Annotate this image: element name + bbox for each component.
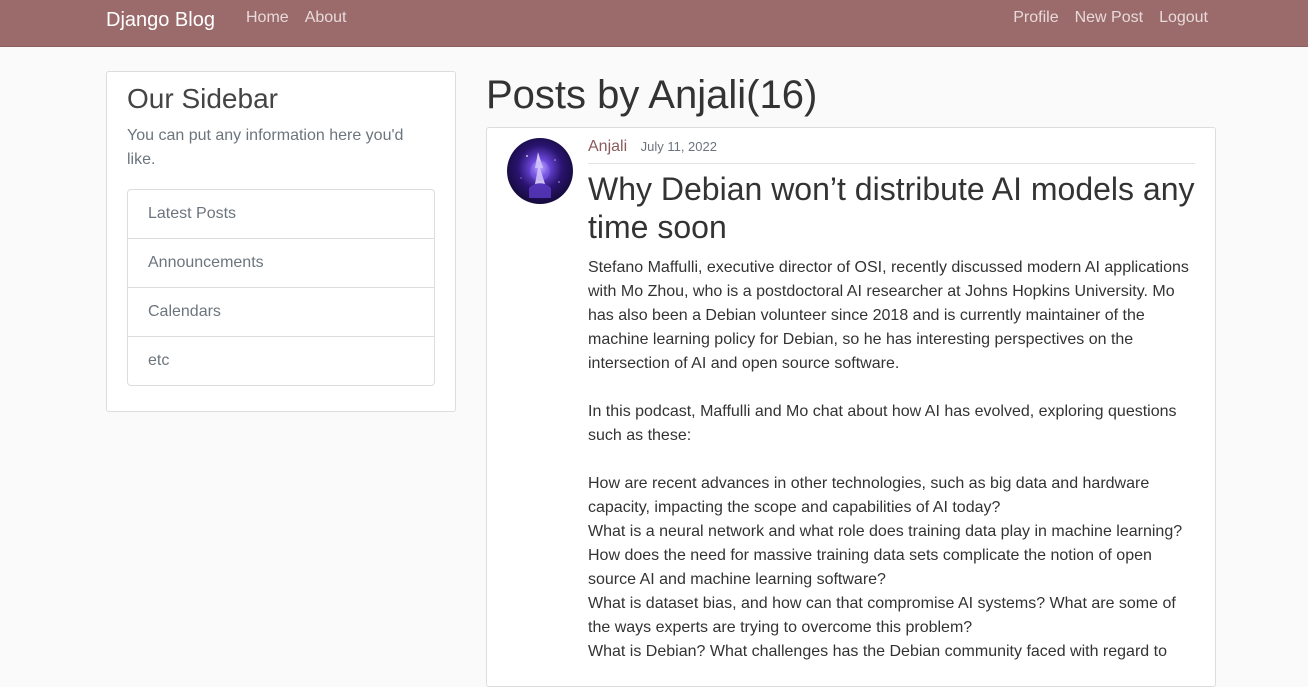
sidebar: Our Sidebar You can put any information … <box>106 71 456 412</box>
nav-link-home[interactable]: Home <box>246 8 289 28</box>
post-date: July 11, 2022 <box>640 139 717 154</box>
nav-left-links: Home About <box>246 8 347 28</box>
nav-link-logout[interactable]: Logout <box>1159 8 1208 28</box>
author-avatar[interactable] <box>507 138 573 204</box>
post-title-link[interactable]: Why Debian won’t distribute AI models an… <box>588 170 1195 246</box>
sidebar-title: Our Sidebar <box>127 83 278 114</box>
user-avatar-image-icon <box>520 152 560 198</box>
nav-right-links: Profile New Post Logout <box>1013 8 1208 28</box>
nav-link-profile[interactable]: Profile <box>1013 8 1058 28</box>
post-card: Anjali July 11, 2022 Why Debian won’t di… <box>486 127 1216 687</box>
post-content: Stefano Maffulli, executive director of … <box>588 259 1189 660</box>
post-author-link[interactable]: Anjali <box>588 138 627 155</box>
nav-link-new-post[interactable]: New Post <box>1075 8 1143 28</box>
sidebar-list: Latest Posts Announcements Calendars etc <box>127 189 435 386</box>
sidebar-item-etc[interactable]: etc <box>128 337 434 385</box>
sidebar-item-calendars[interactable]: Calendars <box>128 288 434 337</box>
sidebar-item-announcements[interactable]: Announcements <box>128 239 434 288</box>
page-title: Posts by Anjali(16) <box>486 73 818 117</box>
post-body: Anjali July 11, 2022 Why Debian won’t di… <box>588 138 1195 664</box>
sidebar-item-latest-posts[interactable]: Latest Posts <box>128 190 434 239</box>
brand-logo-link[interactable]: Django Blog <box>106 8 215 32</box>
post-metadata: Anjali July 11, 2022 <box>588 138 1195 164</box>
top-navbar: Django Blog Home About Profile New Post … <box>0 0 1308 47</box>
nav-link-about[interactable]: About <box>305 8 347 28</box>
sidebar-description: You can put any information here you'd l… <box>127 127 404 168</box>
